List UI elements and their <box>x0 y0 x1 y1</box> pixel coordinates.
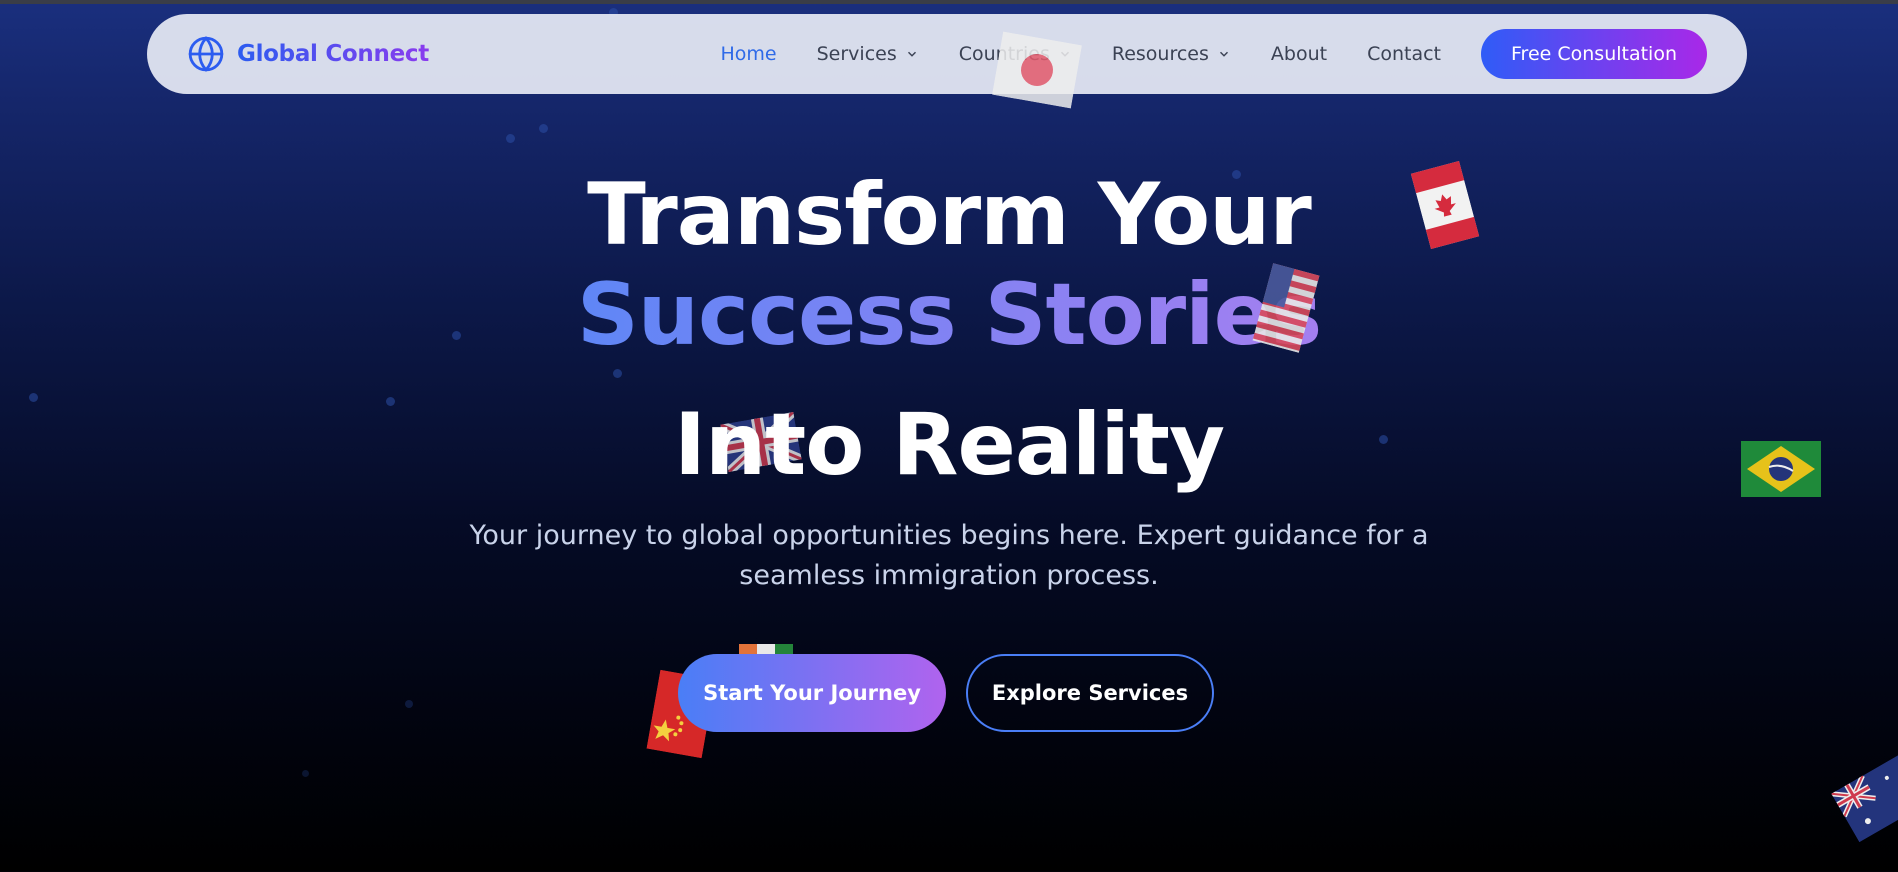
nav-contact[interactable]: Contact <box>1367 43 1441 65</box>
hero-subtitle-line-2: seamless immigration process. <box>739 560 1159 591</box>
hero-subtitle-line-1: Your journey to global opportunities beg… <box>469 520 1429 551</box>
start-journey-button[interactable]: Start Your Journey <box>678 654 946 732</box>
nav-about-label: About <box>1270 43 1328 65</box>
nav-home[interactable]: Home <box>721 43 777 65</box>
background-dot <box>29 393 38 402</box>
brand-logo[interactable]: Global Connect <box>187 35 429 73</box>
japan-flag-icon <box>992 31 1082 109</box>
australia-flag-icon <box>1831 753 1898 843</box>
background-dot <box>539 124 548 133</box>
background-dot <box>613 369 622 378</box>
window-top-border <box>0 0 1898 4</box>
hero-subtitle: Your journey to global opportunities beg… <box>449 516 1449 596</box>
hero-highlight: Success Stories <box>576 265 1322 365</box>
background-dot <box>302 770 309 777</box>
nav-resources-label: Resources <box>1111 43 1209 65</box>
brand-name: Global Connect <box>237 41 429 67</box>
nav-services[interactable]: Services <box>817 43 919 65</box>
background-dot <box>405 700 413 708</box>
main-menu: Home Services Countries Resources About … <box>681 29 1707 79</box>
chevron-down-icon <box>1219 51 1228 57</box>
nav-resources[interactable]: Resources <box>1112 43 1231 65</box>
background-dot <box>506 134 515 143</box>
hero-title-line-2: Success Stories <box>0 272 1898 358</box>
explore-services-button[interactable]: Explore Services <box>966 654 1214 732</box>
free-consultation-button[interactable]: Free Consultation <box>1481 29 1707 79</box>
globe-icon <box>188 36 224 72</box>
nav-contact-label: Contact <box>1367 43 1441 65</box>
nav-home-label: Home <box>720 43 777 65</box>
hero-title-line-1: Transform Your <box>587 165 1312 265</box>
nav-about[interactable]: About <box>1271 43 1327 65</box>
nav-services-label: Services <box>816 43 897 65</box>
navigation-bar: Global Connect Home Services Countries R… <box>147 14 1747 94</box>
hero-title-line-3: Into Reality <box>673 395 1225 495</box>
chevron-down-icon <box>907 51 916 57</box>
